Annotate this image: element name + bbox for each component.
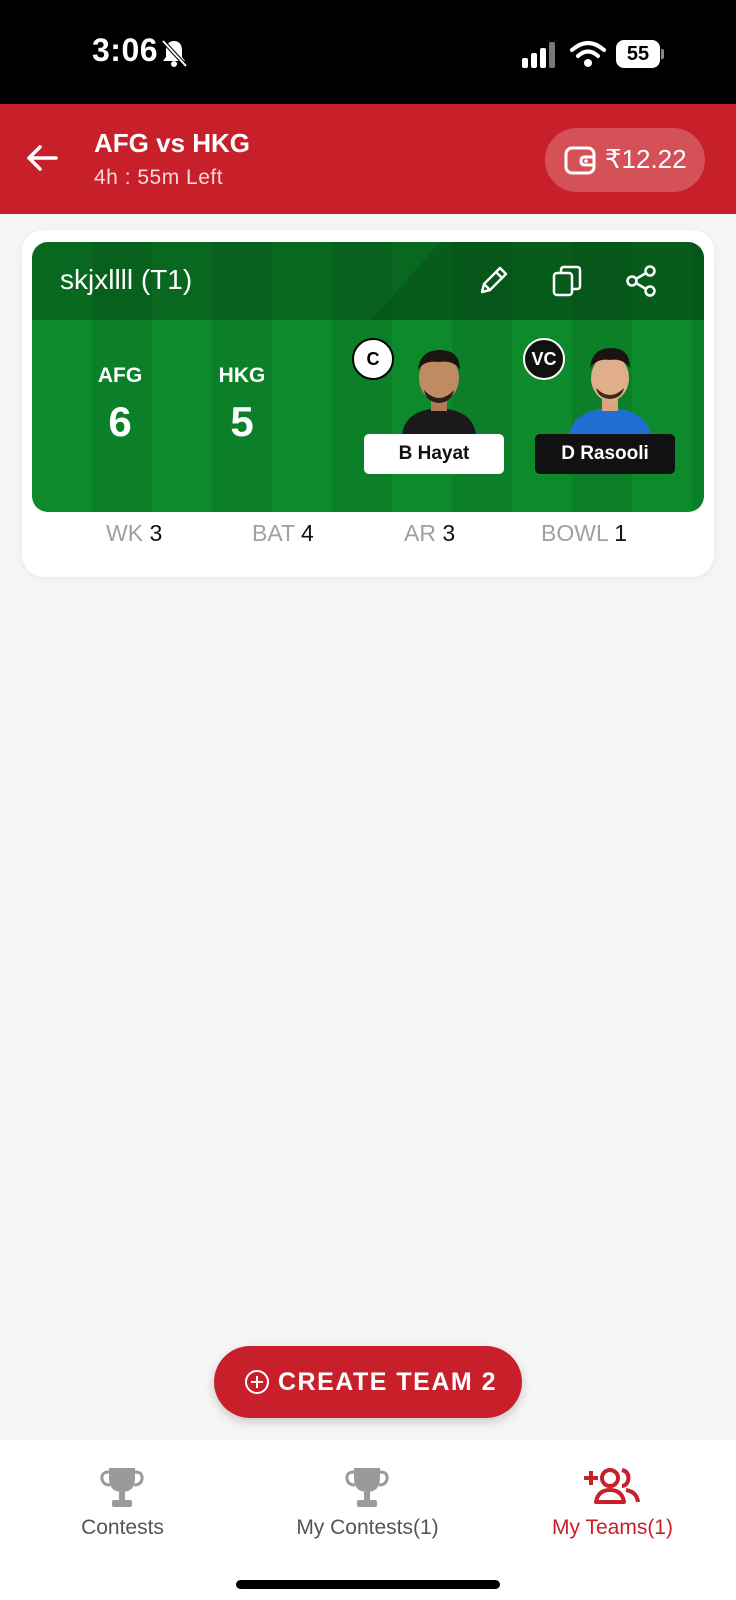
create-team-button[interactable]: CREATE TEAM 2 <box>214 1346 522 1418</box>
team-side-afg: AFG 6 <box>60 364 180 446</box>
bottom-nav: Contests My Contests(1) My Teams(1) <box>0 1440 736 1600</box>
role-value: 3 <box>442 520 456 546</box>
side-label: AFG <box>97 364 143 387</box>
captain-name: B Hayat <box>364 434 504 474</box>
side-player-count: 5 <box>230 398 254 445</box>
team-name: skjxllll (T1) <box>60 264 193 295</box>
bell-muted-icon <box>161 39 188 68</box>
nav-my-contests[interactable]: My Contests(1) <box>245 1450 490 1550</box>
plus-circle-icon <box>245 1370 269 1394</box>
time-left: 4h : 55m Left <box>94 166 224 189</box>
player-photo <box>402 350 476 436</box>
team-pitch: skjxllll (T1) AFG 6 HKG 5 C B Hayat VC D… <box>32 242 704 512</box>
edit-icon[interactable] <box>476 264 510 298</box>
role-label: BAT <box>252 520 295 546</box>
status-time: 3:06 <box>92 32 159 68</box>
battery-level: 55 <box>616 40 660 68</box>
role-label: AR <box>404 520 436 546</box>
wifi-icon <box>570 41 606 67</box>
captain-player: C B Hayat <box>352 338 504 490</box>
home-indicator <box>236 1580 500 1589</box>
role-count-bat: BAT 4 <box>252 520 314 547</box>
side-player-count: 6 <box>108 398 132 445</box>
battery-indicator: 55 <box>616 40 664 68</box>
wallet-amount: ₹12.22 <box>605 144 687 174</box>
role-label: WK <box>106 520 144 546</box>
nav-label: My Contests(1) <box>296 1516 439 1539</box>
vice-captain-player: VC D Rasooli <box>523 338 675 490</box>
copy-icon[interactable] <box>550 264 584 298</box>
role-value: 3 <box>149 520 163 546</box>
vice-captain-badge: VC <box>523 338 565 380</box>
role-count-bowl: BOWL 1 <box>541 520 627 547</box>
side-label: HKG <box>218 364 266 387</box>
share-icon[interactable] <box>624 264 658 298</box>
vice-captain-name: D Rasooli <box>535 434 675 474</box>
match-header: AFG vs HKG 4h : 55m Left ₹12.22 <box>0 104 736 214</box>
role-value: 4 <box>301 520 314 546</box>
add-team-icon <box>584 1468 640 1504</box>
wallet-icon <box>564 146 596 175</box>
player-photo <box>569 348 651 436</box>
role-value: 1 <box>614 520 628 546</box>
trophy-icon <box>345 1468 389 1507</box>
trophy-icon <box>100 1468 144 1507</box>
signal-icon <box>522 42 555 68</box>
status-bar: 3:06 55 <box>0 0 736 104</box>
back-arrow-icon[interactable] <box>24 140 60 176</box>
role-counts: WK 3 BAT 4 AR 3 BOWL 1 <box>22 520 714 570</box>
captain-badge: C <box>352 338 394 380</box>
match-title: AFG vs HKG <box>94 128 251 158</box>
role-label: BOWL <box>541 520 608 546</box>
nav-label: Contests <box>81 1516 164 1539</box>
nav-my-teams[interactable]: My Teams(1) <box>490 1450 735 1550</box>
nav-label: My Teams(1) <box>552 1516 673 1539</box>
role-count-wk: WK 3 <box>106 520 162 547</box>
battery-tip <box>661 49 664 59</box>
team-side-hkg: HKG 5 <box>182 364 302 446</box>
nav-contests[interactable]: Contests <box>0 1450 245 1550</box>
team-card[interactable]: skjxllll (T1) AFG 6 HKG 5 C B Hayat VC D… <box>22 230 714 577</box>
wallet-button[interactable]: ₹12.22 <box>545 128 705 192</box>
create-team-label: CREATE TEAM 2 <box>278 1368 498 1396</box>
role-count-ar: AR 3 <box>404 520 455 547</box>
